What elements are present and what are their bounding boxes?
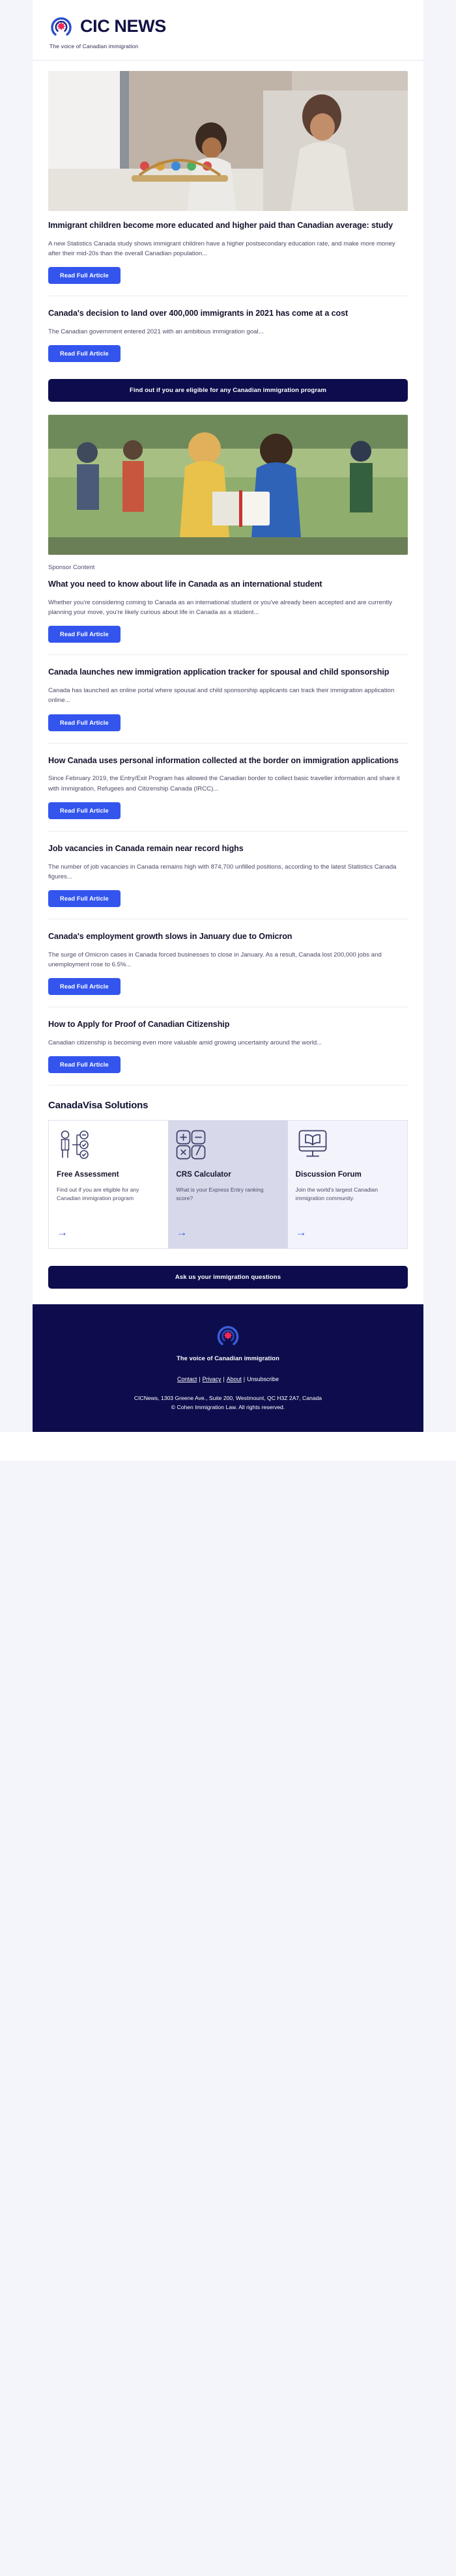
footer-link-contact[interactable]: Contact	[177, 1376, 197, 1382]
read-full-article-button[interactable]: Read Full Article	[48, 345, 121, 363]
read-full-article-button[interactable]: Read Full Article	[48, 802, 121, 819]
footer-link-separator: |	[199, 1376, 201, 1383]
monitor-open-book-icon	[296, 1130, 399, 1160]
divider	[48, 742, 408, 744]
article-thumbnail-two-students	[48, 415, 408, 555]
solution-card-description: Find out if you are eligible for any Can…	[57, 1186, 139, 1201]
footer-cic-logo-icon	[214, 1321, 242, 1349]
article-headline[interactable]: Canada's employment growth slows in Janu…	[48, 931, 408, 943]
article-card: Canada's employment growth slows in Janu…	[48, 922, 408, 1010]
arrow-right-icon[interactable]: →	[57, 1227, 160, 1238]
sponsor-article-card: Sponsor Content What you need to know ab…	[48, 406, 408, 658]
divider	[48, 654, 408, 656]
article-headline[interactable]: Job vacancies in Canada remain near reco…	[48, 843, 408, 855]
article-headline[interactable]: How Canada uses personal information col…	[48, 755, 408, 767]
solutions-card-grid: Free Assessment Find out if you are elig…	[48, 1120, 408, 1250]
article-card: Job vacancies in Canada remain near reco…	[48, 834, 408, 922]
footer-link-about[interactable]: About	[227, 1376, 242, 1382]
article-card: How Canada uses personal information col…	[48, 746, 408, 834]
footer-link-unsubscribe[interactable]: Unsubscribe	[247, 1376, 279, 1382]
read-full-article-button[interactable]: Read Full Article	[48, 267, 121, 285]
article-thumbnail-mother-and-baby	[48, 71, 408, 211]
brand-name: CIC NEWS	[80, 16, 166, 36]
footer-link-privacy[interactable]: Privacy	[203, 1376, 221, 1382]
email-page: CIC NEWS The voice of Canadian immigrati…	[0, 0, 456, 1461]
footer-tagline: The voice of Canadian immigration	[177, 1355, 279, 1362]
article-card: Immigrant children become more educated …	[48, 61, 408, 299]
arrow-right-icon[interactable]: →	[176, 1227, 279, 1238]
footer-address: CICNews, 1303 Greene Ave., Suite 200, We…	[134, 1395, 322, 1402]
solution-card-free-assessment[interactable]: Free Assessment Find out if you are elig…	[49, 1121, 169, 1249]
email-footer: The voice of Canadian immigration Contac…	[33, 1304, 423, 1433]
divider	[48, 830, 408, 832]
article-card: How to Apply for Proof of Canadian Citiz…	[48, 1010, 408, 1088]
solution-card-crs-calculator[interactable]: CRS Calculator What is your Express Entr…	[168, 1121, 288, 1249]
article-headline[interactable]: Canada's decision to land over 400,000 i…	[48, 308, 408, 320]
solution-card-title: Free Assessment	[57, 1170, 119, 1179]
article-excerpt: Whether you're considering coming to Can…	[48, 599, 392, 617]
read-full-article-button[interactable]: Read Full Article	[48, 626, 121, 643]
email-shell: CIC NEWS The voice of Canadian immigrati…	[33, 0, 423, 1433]
solutions-title: CanadaVisa Solutions	[48, 1100, 149, 1112]
read-full-article-button[interactable]: Read Full Article	[48, 714, 121, 731]
article-excerpt: Since February 2019, the Entry/Exit Prog…	[48, 775, 400, 792]
article-excerpt: Canada has launched an online portal whe…	[48, 687, 395, 705]
article-headline[interactable]: How to Apply for Proof of Canadian Citiz…	[48, 1019, 408, 1031]
article-headline[interactable]: Canada launches new immigration applicat…	[48, 667, 408, 679]
read-full-article-button[interactable]: Read Full Article	[48, 978, 121, 996]
article-excerpt: The number of job vacancies in Canada re…	[48, 863, 397, 880]
footer-link-separator: |	[243, 1376, 246, 1383]
article-card: Canada's decision to land over 400,000 i…	[48, 299, 408, 365]
article-card: Canada launches new immigration applicat…	[48, 658, 408, 746]
article-headline[interactable]: Immigrant children become more educated …	[48, 220, 408, 232]
article-excerpt: The Canadian government entered 2021 wit…	[48, 328, 264, 336]
solution-card-description: What is your Express Entry ranking score…	[176, 1186, 264, 1201]
cic-target-maple-leaf-logo-icon	[48, 13, 74, 39]
page-bottom-spacer	[0, 1432, 456, 1461]
solution-card-discussion-forum[interactable]: Discussion Forum Join the world's larges…	[287, 1121, 407, 1249]
footer-link-separator: |	[223, 1376, 225, 1383]
article-headline[interactable]: What you need to know about life in Cana…	[48, 579, 408, 591]
brand-tagline: The voice of Canadian immigration	[50, 43, 139, 49]
email-content: Immigrant children become more educated …	[33, 61, 423, 1289]
article-excerpt: The surge of Omicron cases in Canada for…	[48, 951, 382, 968]
footer-links: Contact | Privacy | About | Unsubscribe	[48, 1376, 408, 1382]
arrow-right-icon[interactable]: →	[296, 1227, 399, 1238]
person-checklist-icon	[57, 1130, 160, 1160]
solution-card-description: Join the world's largest Canadian immigr…	[295, 1186, 378, 1201]
eligibility-cta-button[interactable]: Find out if you are eligible for any Can…	[48, 379, 408, 402]
email-header: CIC NEWS The voice of Canadian immigrati…	[33, 0, 423, 61]
read-full-article-button[interactable]: Read Full Article	[48, 1056, 121, 1074]
solution-card-title: Discussion Forum	[295, 1170, 362, 1179]
article-excerpt: Canadian citizenship is becoming even mo…	[48, 1039, 322, 1047]
read-full-article-button[interactable]: Read Full Article	[48, 889, 121, 907]
calculator-keys-icon	[176, 1130, 279, 1160]
article-excerpt: A new Statistics Canada study shows immi…	[48, 240, 395, 258]
sponsor-content-label: Sponsor Content	[48, 564, 95, 572]
brand-row: CIC NEWS	[48, 13, 408, 39]
canadavisa-solutions-section: CanadaVisa Solutions Free Assessment Fin…	[48, 1088, 408, 1250]
ask-questions-cta-button[interactable]: Ask us your immigration questions	[48, 1266, 408, 1289]
footer-copyright: © Cohen Immigration Law. All rights rese…	[171, 1404, 285, 1411]
solution-card-title: CRS Calculator	[176, 1170, 231, 1179]
